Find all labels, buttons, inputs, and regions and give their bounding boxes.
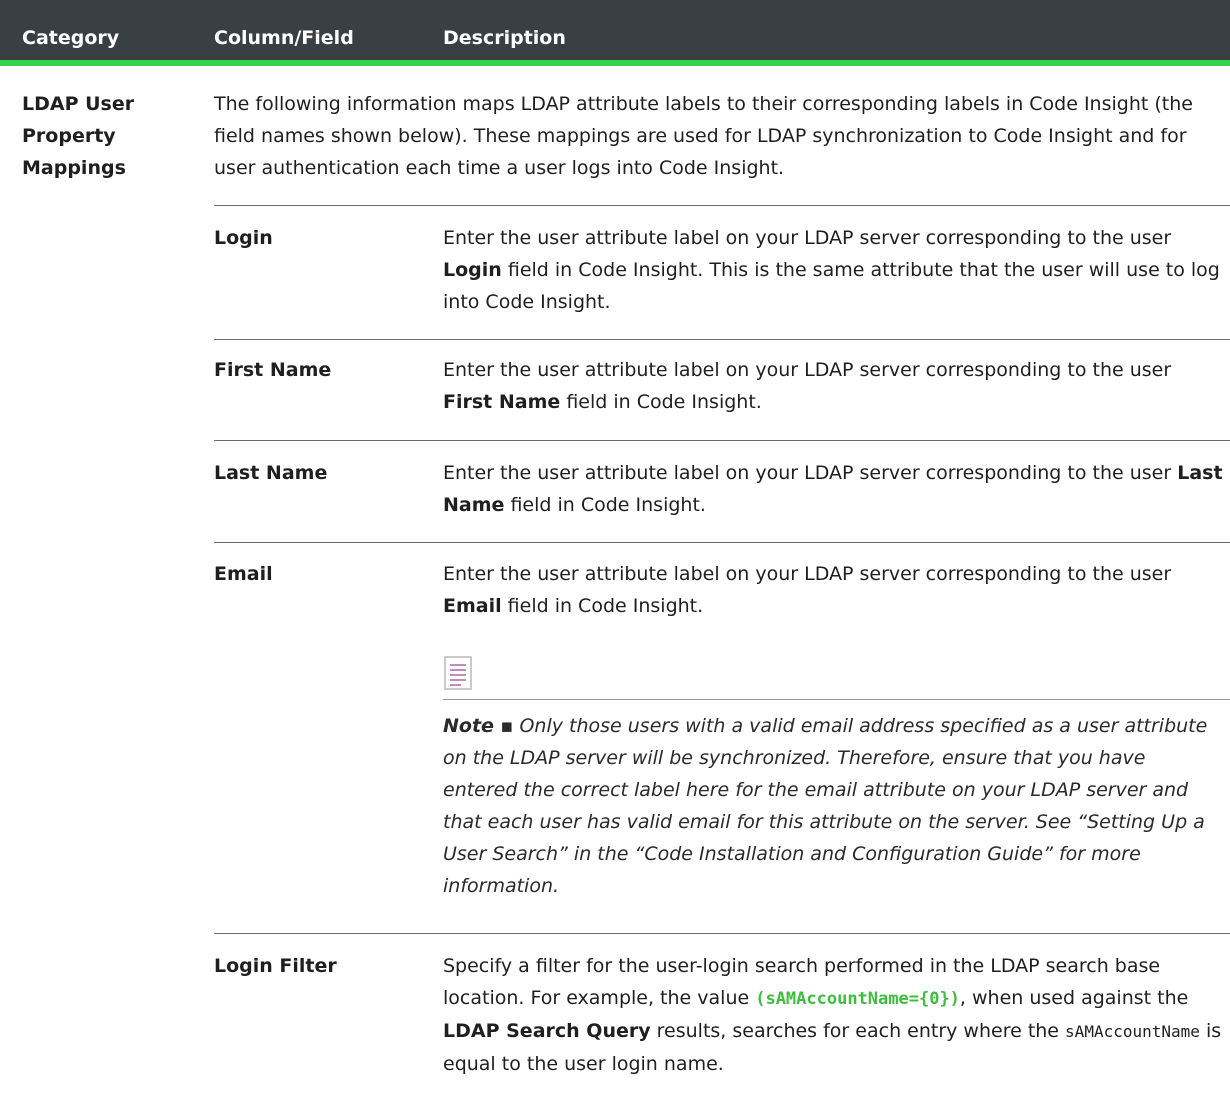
field-last-name: Last Name: [214, 462, 328, 484]
field-email: Email: [214, 563, 273, 585]
intro-text: The following information maps LDAP attr…: [214, 93, 1193, 179]
row-divider: [214, 933, 1230, 934]
desc-login-filter: Specify a filter for the user-login sear…: [443, 955, 1222, 1075]
table-header: Category Column/Field Description: [0, 0, 1230, 66]
desc-email: Enter the user attribute label on your L…: [443, 563, 1172, 617]
desc-last-name: Enter the user attribute label on your L…: [443, 462, 1223, 516]
desc-login: Enter the user attribute label on your L…: [443, 227, 1220, 313]
row-divider: [214, 205, 1230, 206]
header-column-field: Column/Field: [214, 27, 354, 49]
row-divider: [214, 542, 1230, 543]
field-login: Login: [214, 227, 273, 249]
row-divider: [214, 440, 1230, 441]
note-document-icon: [443, 655, 477, 691]
desc-first-name: Enter the user attribute label on your L…: [443, 359, 1172, 413]
note-text: Note ▪ Only those users with a valid ema…: [443, 715, 1208, 897]
field-first-name: First Name: [214, 359, 332, 381]
note-divider: [443, 699, 1230, 700]
header-description: Description: [443, 27, 566, 49]
field-login-filter: Login Filter: [214, 955, 337, 977]
category-cell: LDAP User Property Mappings: [22, 93, 135, 179]
row-divider: [214, 339, 1230, 340]
header-category: Category: [22, 27, 120, 49]
